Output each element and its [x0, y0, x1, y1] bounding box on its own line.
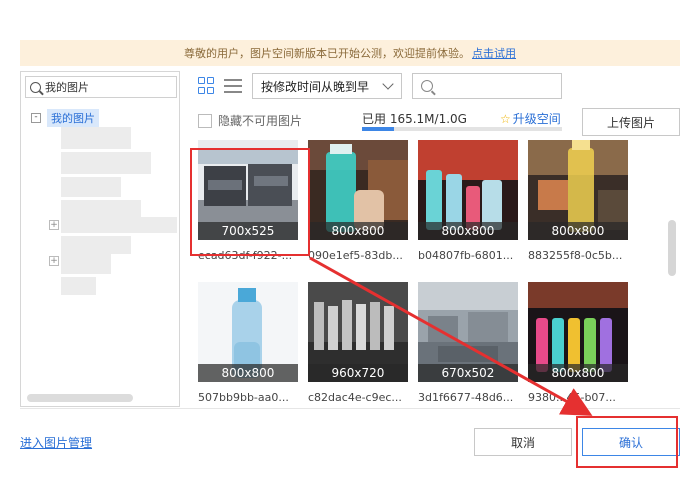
chevron-down-icon: [382, 78, 394, 90]
notice-text: 尊敬的用户，图片空间新版本已开始公测，欢迎提前体验。: [184, 47, 470, 60]
storage-usage-text: 已用 165.1M/1.0G: [362, 112, 467, 126]
image-manage-link[interactable]: 进入图片管理: [20, 434, 92, 451]
search-icon: [421, 80, 433, 92]
hide-unusable-checkbox[interactable]: [198, 113, 212, 128]
blurred-folder: [61, 152, 151, 174]
blurred-folder: [61, 277, 96, 295]
image-filename: 3d1f6677-48d6...: [418, 391, 514, 404]
sort-select-value: 按修改时间从晚到早: [261, 79, 370, 94]
cancel-button[interactable]: 取消: [474, 428, 572, 456]
storage-usage-bar: [362, 127, 562, 131]
image-thumbnail[interactable]: 800x800: [418, 140, 518, 240]
hide-unusable-toggle[interactable]: 隐藏不可用图片: [198, 112, 302, 129]
vertical-scrollbar[interactable]: [668, 220, 676, 276]
image-filename: 883255f8-0c5b...: [528, 249, 623, 262]
image-filename: 9380...45-b07...: [528, 391, 616, 404]
horizontal-scrollbar[interactable]: [27, 394, 133, 402]
divider: [20, 408, 680, 409]
notice-banner: 尊敬的用户，图片空间新版本已开始公测，欢迎提前体验。 点击试用: [20, 40, 680, 66]
folder-search-placeholder: 我的图片: [45, 81, 89, 94]
annotation-box-selected-image: [190, 148, 310, 256]
image-dimensions: 800x800: [528, 222, 628, 240]
storage-usage-fill: [362, 127, 395, 131]
blurred-folder: [61, 254, 111, 274]
notice-try-link[interactable]: 点击试用: [472, 45, 516, 61]
sort-select[interactable]: 按修改时间从晚到早: [252, 73, 402, 99]
image-filename: c82dac4e-c9ec...: [308, 391, 402, 404]
image-thumbnail[interactable]: 800x800: [528, 282, 628, 382]
image-thumbnail[interactable]: 800x800: [528, 140, 628, 240]
folder-search-input[interactable]: 我的图片: [25, 76, 177, 98]
image-thumbnail[interactable]: 670x502: [418, 282, 518, 382]
image-thumbnail[interactable]: 800x800: [308, 140, 408, 240]
collapse-icon[interactable]: -: [31, 113, 41, 123]
tree-root-item[interactable]: - 我的图片: [31, 109, 99, 127]
blurred-folder: [61, 236, 131, 254]
star-icon: ☆: [500, 111, 511, 126]
image-dimensions: 800x800: [198, 364, 298, 382]
annotation-box-confirm: [576, 416, 678, 468]
expand-icon[interactable]: +: [49, 256, 59, 266]
image-dimensions: 960x720: [308, 364, 408, 382]
upgrade-space-label: 升级空间: [512, 112, 561, 126]
expand-icon[interactable]: +: [49, 220, 59, 230]
image-search-input[interactable]: [412, 73, 562, 99]
image-thumbnail[interactable]: 960x720: [308, 282, 408, 382]
image-dimensions: 800x800: [418, 222, 518, 240]
image-dimensions: 670x502: [418, 364, 518, 382]
image-dimensions: 800x800: [308, 222, 408, 240]
image-filename: 507bb9bb-aa0...: [198, 391, 289, 404]
image-dimensions: 800x800: [528, 364, 628, 382]
blurred-folder: [61, 127, 131, 149]
blurred-folder: [61, 177, 121, 197]
hide-unusable-label: 隐藏不可用图片: [218, 114, 303, 128]
upgrade-space-link[interactable]: ☆ 升级空间: [500, 110, 561, 127]
blurred-folder: [61, 217, 177, 233]
image-filename: 090e1ef5-83db...: [308, 249, 403, 262]
image-filename: b04807fb-6801...: [418, 249, 514, 262]
tree-root-label[interactable]: 我的图片: [47, 109, 99, 127]
search-icon: [30, 81, 41, 93]
image-thumbnail[interactable]: 800x800: [198, 282, 298, 382]
grid-view-icon[interactable]: [198, 77, 216, 95]
list-view-icon[interactable]: [224, 77, 242, 95]
upload-image-button[interactable]: 上传图片: [582, 108, 680, 136]
folder-tree-panel: 我的图片 - 我的图片 + +: [20, 71, 180, 407]
